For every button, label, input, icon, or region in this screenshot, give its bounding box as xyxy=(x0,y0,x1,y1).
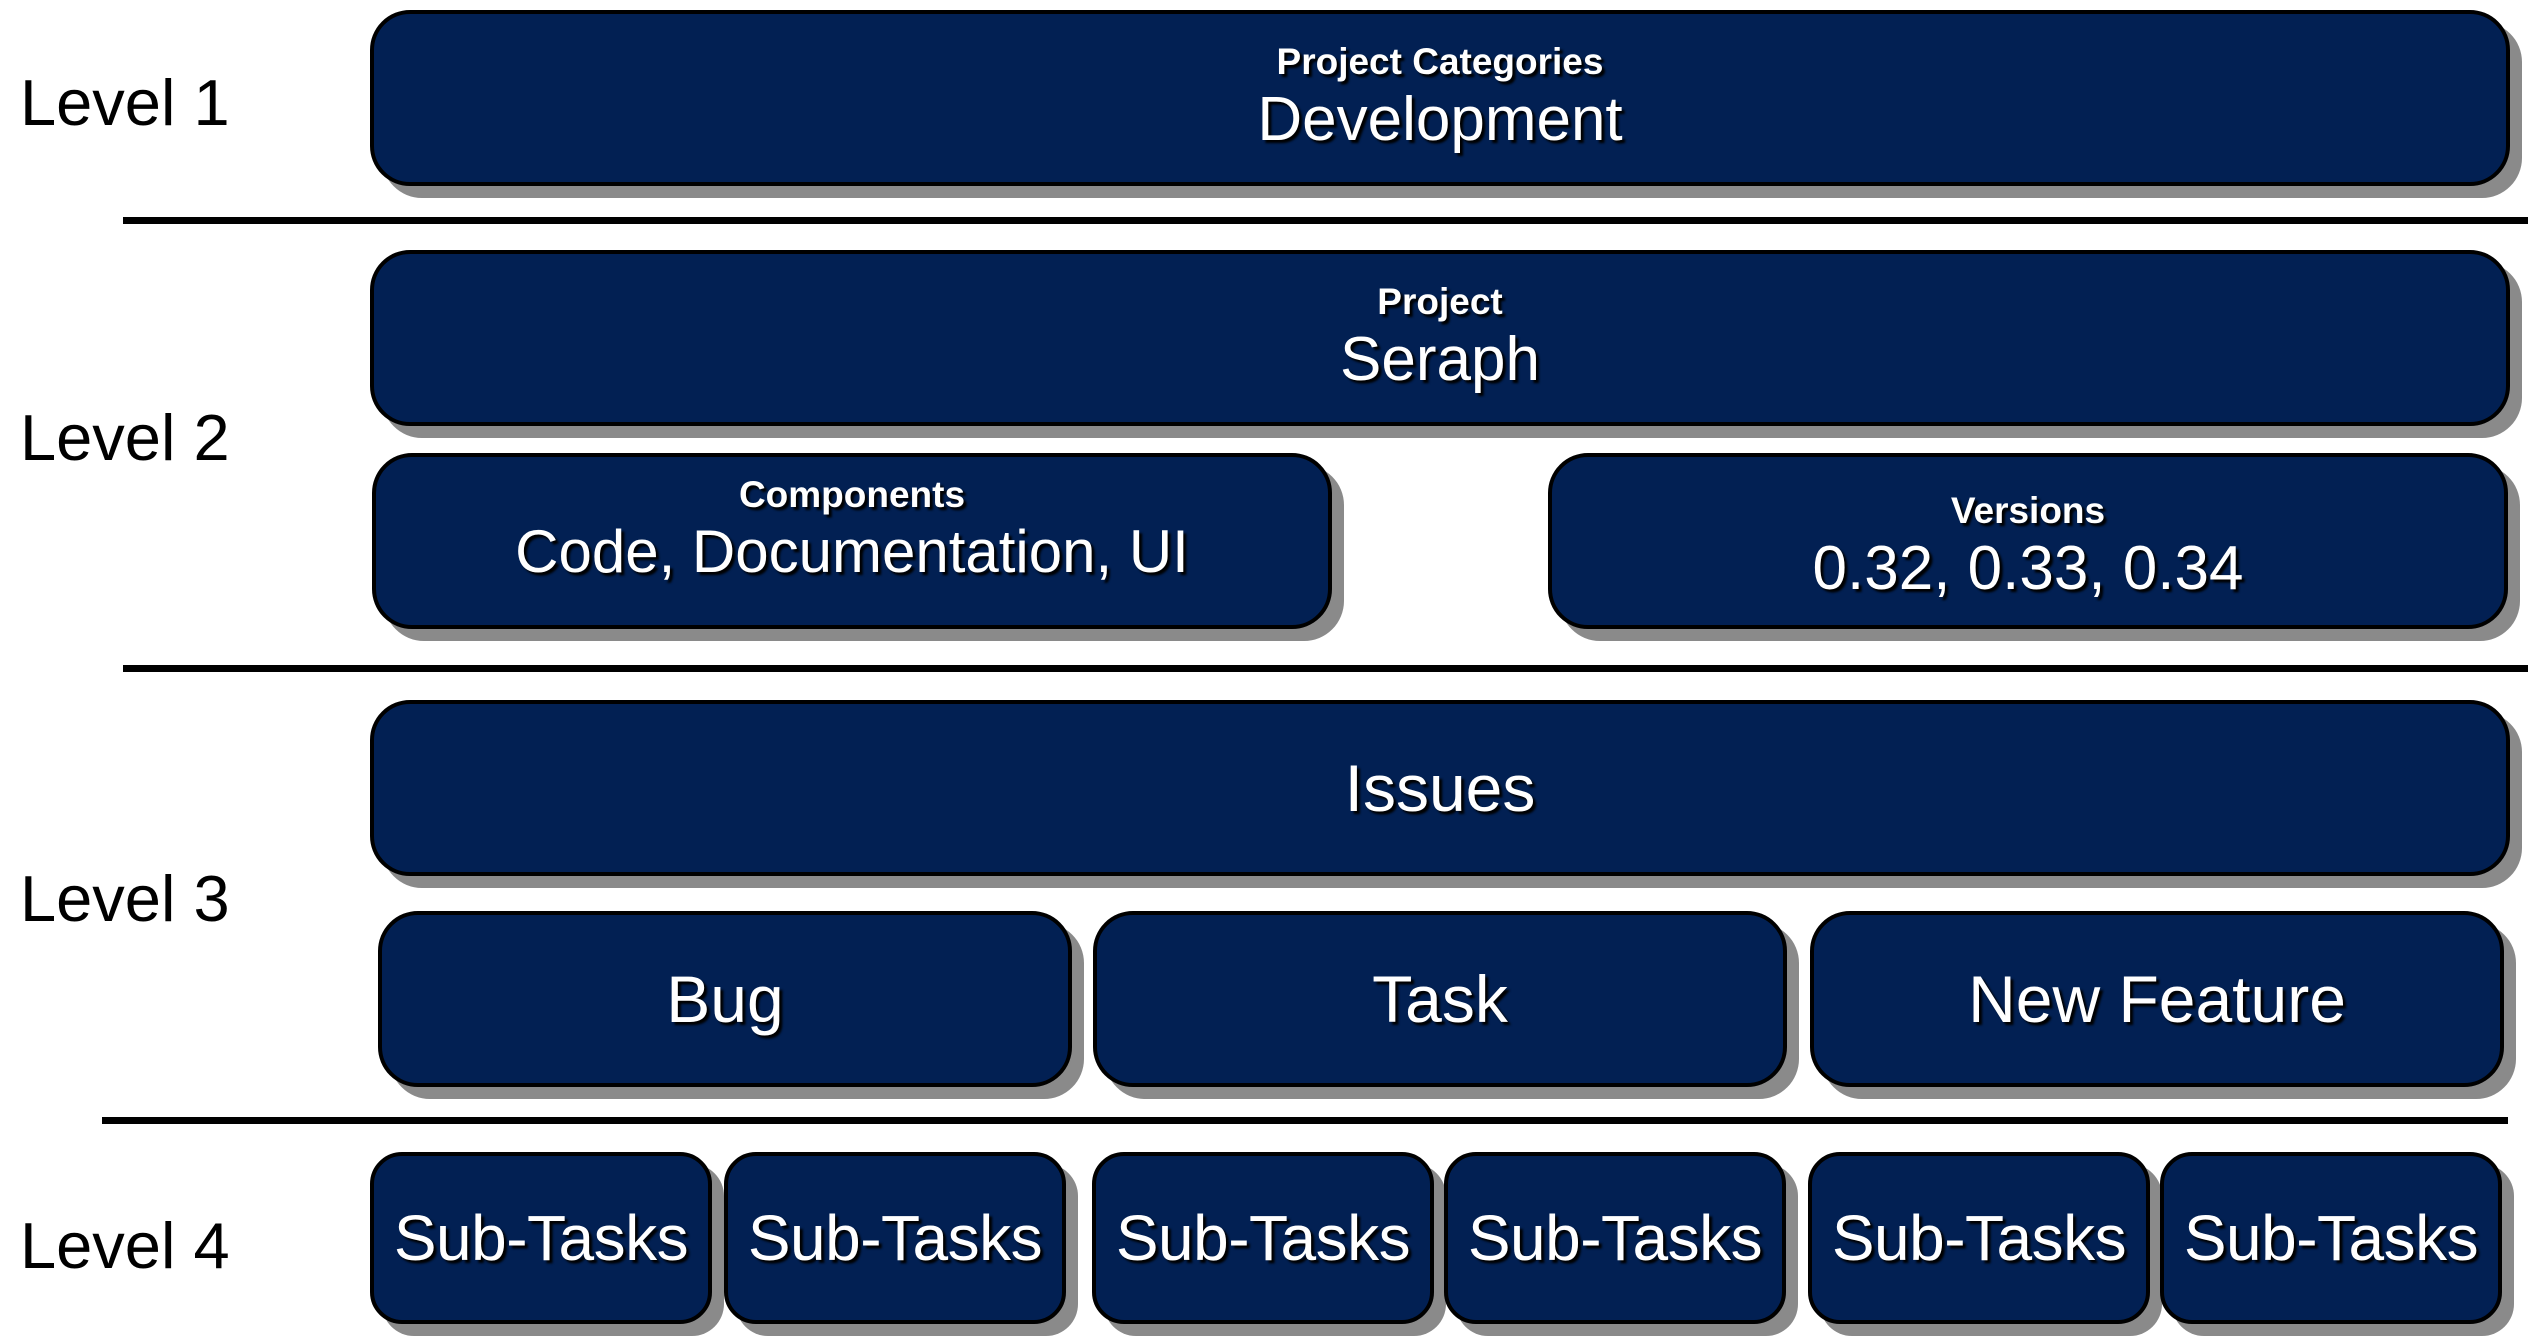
level-1-label: Level 1 xyxy=(20,66,230,139)
issue-type-task: Task xyxy=(1093,911,1787,1087)
level-divider-1 xyxy=(123,217,2528,224)
level-4-label: Level 4 xyxy=(20,1209,230,1282)
project-value: Seraph xyxy=(1340,324,1540,394)
issue-type-bug: Bug xyxy=(378,911,1072,1087)
subtask-box: Sub-Tasks xyxy=(2160,1152,2502,1324)
subtask-label: Sub-Tasks xyxy=(1115,1202,1411,1274)
subtask-label: Sub-Tasks xyxy=(1831,1202,2127,1274)
issue-type-label: Bug xyxy=(666,962,784,1036)
subtask-box: Sub-Tasks xyxy=(1444,1152,1786,1324)
project-categories-box: Project Categories Development xyxy=(370,10,2510,186)
versions-value: 0.32, 0.33, 0.34 xyxy=(1812,533,2244,603)
subtask-label: Sub-Tasks xyxy=(1467,1202,1763,1274)
project-box: Project Seraph xyxy=(370,250,2510,426)
components-box: Components Code, Documentation, UI xyxy=(372,453,1332,629)
issue-type-label: New Feature xyxy=(1968,962,2346,1036)
level-2-label: Level 2 xyxy=(20,401,230,474)
project-categories-value: Development xyxy=(1257,84,1623,154)
level-3-label: Level 3 xyxy=(20,862,230,935)
subtask-label: Sub-Tasks xyxy=(393,1202,689,1274)
subtask-box: Sub-Tasks xyxy=(1808,1152,2150,1324)
components-heading: Components xyxy=(738,474,966,515)
project-heading: Project xyxy=(1377,281,1503,323)
issues-box: Issues xyxy=(370,700,2510,876)
level-divider-3 xyxy=(102,1117,2508,1124)
issues-label: Issues xyxy=(1344,751,1536,825)
level-divider-2 xyxy=(123,665,2528,672)
subtask-box: Sub-Tasks xyxy=(724,1152,1066,1324)
subtask-label: Sub-Tasks xyxy=(747,1202,1043,1274)
subtask-label: Sub-Tasks xyxy=(2183,1202,2479,1274)
versions-heading: Versions xyxy=(1950,490,2106,532)
project-categories-heading: Project Categories xyxy=(1276,41,1604,83)
versions-box: Versions 0.32, 0.33, 0.34 xyxy=(1548,453,2508,629)
issue-type-label: Task xyxy=(1372,962,1508,1036)
subtask-box: Sub-Tasks xyxy=(370,1152,712,1324)
components-value: Code, Documentation, UI xyxy=(515,517,1189,585)
issue-type-new-feature: New Feature xyxy=(1810,911,2504,1087)
subtask-box: Sub-Tasks xyxy=(1092,1152,1434,1324)
